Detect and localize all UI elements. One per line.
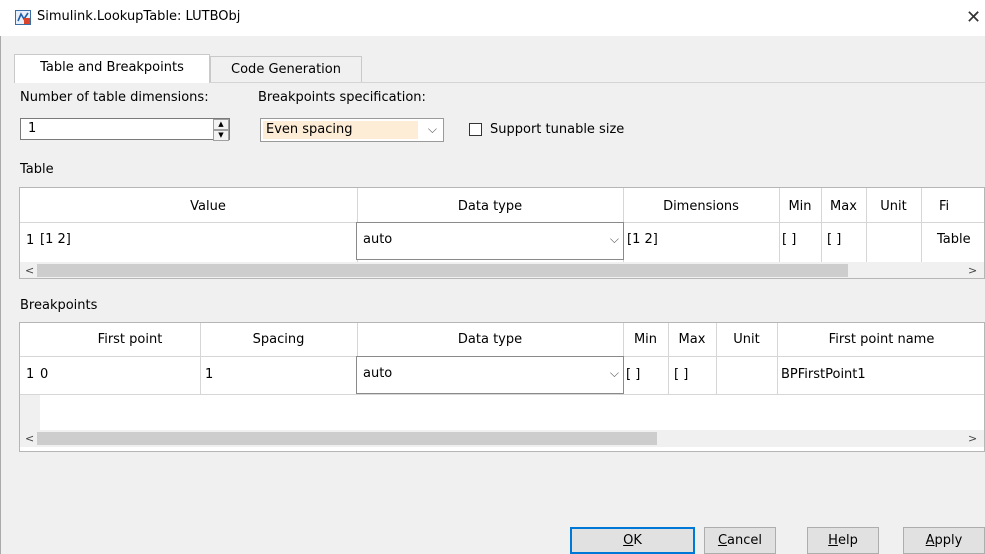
table-grid: Value Data type Dimensions Min Max Unit …: [19, 187, 985, 279]
bp-spec-select[interactable]: Even spacing ⌵: [260, 118, 444, 142]
table-horizontal-scrollbar[interactable]: < >: [20, 262, 984, 278]
dims-spinner-arrows[interactable]: ▲ ▼: [213, 119, 229, 141]
help-button[interactable]: Help: [807, 527, 879, 554]
breakpoints-section-label: Breakpoints: [20, 298, 98, 313]
table-min-cell[interactable]: [ ]: [782, 232, 796, 247]
tab-table-and-breakpoints[interactable]: Table and Breakpoints: [14, 54, 210, 83]
tunable-size-label[interactable]: Support tunable size: [490, 122, 624, 137]
scroll-right-icon[interactable]: >: [968, 430, 977, 447]
ok-button[interactable]: OK: [570, 527, 695, 554]
col-header-unit: Unit: [880, 199, 907, 214]
bp-max-cell[interactable]: [ ]: [674, 367, 688, 382]
table-datatype-select[interactable]: auto ⌵: [356, 222, 624, 260]
window-border: [0, 36, 1, 554]
bp-first-point-name-cell[interactable]: BPFirstPoint1: [781, 367, 866, 382]
close-icon[interactable]: ✕: [966, 7, 981, 28]
dims-value: 1: [28, 121, 37, 136]
dims-spinner-input[interactable]: 1: [20, 118, 230, 140]
bp-spacing-cell[interactable]: 1: [205, 367, 213, 382]
breakpoints-horizontal-scrollbar[interactable]: < >: [20, 430, 984, 447]
bp-spec-value: Even spacing: [266, 122, 353, 137]
bp-datatype-value: auto: [363, 366, 393, 381]
col-header-min: Min: [788, 199, 812, 214]
col-header-bp-min: Min: [633, 332, 658, 347]
tab-code-generation[interactable]: Code Generation: [210, 56, 362, 82]
chevron-down-icon: ⌵: [609, 232, 619, 246]
col-header-datatype: Data type: [457, 199, 523, 214]
breakpoints-grid: First point Spacing Data type Min Max Un…: [19, 322, 985, 452]
window-title: Simulink.LookupTable: LUTBObj: [37, 9, 241, 24]
col-header-bp-datatype: Data type: [457, 332, 523, 347]
scroll-left-icon[interactable]: <: [25, 430, 34, 447]
table-value-cell[interactable]: [1 2]: [40, 232, 71, 247]
bp-first-point-cell[interactable]: 0: [40, 367, 48, 382]
scroll-right-icon[interactable]: >: [968, 262, 977, 278]
scroll-thumb[interactable]: [37, 264, 848, 277]
row-index: 1: [26, 233, 35, 248]
scroll-left-icon[interactable]: <: [25, 262, 34, 278]
cancel-button[interactable]: Cancel: [704, 527, 776, 554]
table-datatype-value: auto: [363, 232, 393, 247]
chevron-down-icon: ⌵: [427, 122, 437, 136]
col-header-dimensions: Dimensions: [663, 199, 739, 214]
col-header-bp-unit: Unit: [733, 332, 760, 347]
scroll-thumb[interactable]: [37, 432, 657, 445]
col-header-first-point-name: First point name: [828, 332, 935, 347]
simulink-app-icon: [15, 10, 31, 25]
col-header-first-point: First point: [97, 332, 163, 347]
chevron-down-icon: ⌵: [609, 366, 619, 380]
dims-label: Number of table dimensions:: [20, 90, 209, 105]
table-max-cell[interactable]: [ ]: [827, 232, 841, 247]
bp-datatype-select[interactable]: auto ⌵: [356, 356, 624, 394]
bp-spec-label: Breakpoints specification:: [258, 90, 426, 105]
bp-min-cell[interactable]: [ ]: [626, 367, 640, 382]
table-field-cell[interactable]: Table: [937, 232, 971, 247]
table-section-label: Table: [20, 162, 54, 177]
col-header-value: Value: [190, 199, 226, 214]
col-header-spacing: Spacing: [252, 332, 305, 347]
row-index: 1: [26, 367, 35, 382]
apply-button[interactable]: Apply: [903, 527, 985, 554]
tunable-size-checkbox[interactable]: [469, 123, 482, 136]
spin-down-icon[interactable]: ▼: [213, 130, 229, 141]
col-header-field: Fi: [939, 199, 950, 214]
col-header-max: Max: [830, 199, 857, 214]
spin-up-icon[interactable]: ▲: [213, 119, 229, 130]
table-dimensions-cell[interactable]: [1 2]: [627, 232, 658, 247]
col-header-bp-max: Max: [678, 332, 706, 347]
